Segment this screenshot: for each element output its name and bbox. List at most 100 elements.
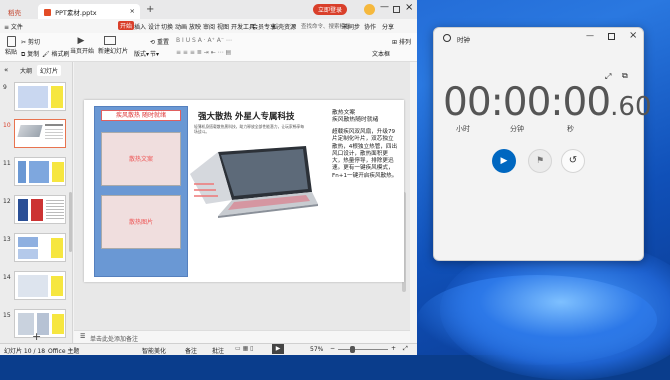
slide-info: 幻灯片 10 / 18	[4, 348, 46, 355]
thumb-image	[18, 249, 38, 259]
new-slide-button[interactable]: 新建幻灯片	[98, 36, 128, 55]
font-controls[interactable]: B I U S A · A⁺ A⁻ ⋯	[176, 37, 232, 44]
minimize-icon[interactable]: —	[586, 31, 594, 40]
zoom-in-icon[interactable]: +	[391, 345, 396, 352]
panel-collapse-icon[interactable]: «	[4, 66, 8, 74]
menu-start[interactable]: 开始	[118, 21, 135, 30]
lap-button[interactable]: ⚑	[528, 149, 552, 173]
menu-slideshow[interactable]: 放映	[189, 22, 201, 31]
share-button[interactable]: 分享	[382, 22, 394, 31]
clock-window: 时钟 — × ⤢ ⧉ 00:00:00.60 小时 分钟 秒 ▶ ⚑ ↺	[433, 27, 652, 261]
play-current-button[interactable]: ▶ 当页开始	[70, 36, 94, 55]
menu-review[interactable]: 审阅	[203, 22, 215, 31]
format-painter-button[interactable]: 🖌 格式刷	[42, 49, 70, 58]
minimize-icon[interactable]: —	[380, 2, 389, 12]
textbox-button[interactable]: 文本框	[372, 49, 390, 58]
section-button[interactable]: 节▾	[150, 49, 159, 58]
menu-view[interactable]: 视图	[217, 22, 229, 31]
beautify-button[interactable]: 智能美化	[142, 346, 166, 355]
notes-pane[interactable]: ☰ 单击此处添加备注	[74, 330, 410, 343]
slide-thumbnail[interactable]	[14, 195, 66, 224]
play-slideshow-icon[interactable]: ▶	[272, 344, 284, 354]
close-window-icon[interactable]: ×	[405, 2, 413, 13]
view-icons[interactable]: ▭ ▦ ▯	[235, 345, 253, 352]
tab-home[interactable]: 稻壳	[2, 4, 36, 19]
tab-label: PPT素材.pptx	[55, 9, 97, 17]
maximize-icon[interactable]	[393, 6, 400, 13]
search-icon[interactable]: ⌕	[293, 22, 296, 30]
slide-number: 11	[3, 160, 11, 167]
time-fraction: .60	[610, 92, 652, 122]
pptx-icon	[44, 9, 51, 16]
slide[interactable]: 疾风散热 随时就绪 散热文案 散热图片 强大散热 外星人专属科技 轻薄机身搭载散…	[84, 100, 404, 282]
tab-outline[interactable]: 大纲	[20, 66, 32, 75]
slide-thumbnail[interactable]	[14, 82, 66, 111]
layout-button[interactable]: 版式▾	[134, 49, 149, 58]
slide-thumbnail[interactable]	[14, 157, 66, 186]
menu-transition[interactable]: 切换	[161, 22, 173, 31]
thumb-image	[31, 199, 43, 221]
menu-animation[interactable]: 动画	[175, 22, 187, 31]
cut-label: 剪切	[27, 39, 40, 46]
login-button[interactable]: 立即登录	[313, 4, 348, 15]
right-title-2: 随时就绪	[355, 117, 379, 123]
notes-toggle[interactable]: 备注	[185, 346, 197, 355]
play-icon: ▶	[77, 36, 85, 46]
slide-thumbnail-selected[interactable]	[14, 119, 66, 148]
comment-toggle[interactable]: 批注	[212, 346, 224, 355]
menu-design[interactable]: 设计	[148, 22, 160, 31]
arrange-label: 排列	[398, 39, 411, 46]
maximize-icon[interactable]	[608, 33, 615, 40]
paste-button[interactable]: 粘贴	[4, 36, 18, 56]
left-header[interactable]: 疾风散热 随时就绪	[101, 110, 181, 121]
thumb-image	[18, 275, 48, 297]
arrange-button[interactable]: ⊞ 排列	[392, 37, 411, 46]
zoom-slider-thumb[interactable]	[350, 346, 355, 353]
ribbon-toolbar: 粘贴 ✂ 剪切 ⧉ 复制 🖌 格式刷 ▶ 当页开始 新建幻灯片 版式▾ 节▾ ⟲…	[0, 33, 417, 62]
avatar[interactable]	[364, 4, 375, 15]
stopwatch-time: 00:00:00.60	[443, 80, 652, 125]
zoom-level: 57%	[310, 346, 324, 353]
stopwatch-icon	[443, 34, 451, 42]
seconds-label: 秒	[567, 125, 574, 133]
left-panel-box[interactable]: 疾风散热 随时就绪 散热文案 散热图片	[94, 106, 188, 277]
zoom-slider[interactable]	[338, 349, 388, 350]
menu-insert[interactable]: 插入	[134, 22, 146, 31]
thumb-image	[29, 161, 49, 183]
minutes-label: 分钟	[510, 125, 524, 133]
tab-slides[interactable]: 幻灯片	[37, 65, 62, 76]
slide-thumbnail[interactable]	[14, 233, 66, 262]
collab-button[interactable]: 协作	[364, 22, 376, 31]
thumb-highlight	[51, 86, 63, 108]
reset-label: 重置	[156, 39, 169, 46]
new-tab-button[interactable]: +	[146, 4, 154, 15]
reset-button[interactable]: ⟲ 重置	[150, 37, 169, 46]
slide-subtitle[interactable]: 轻薄机身搭载散热黑科技，助力释放全部性能潜力，让玩家畅享每场战斗。	[194, 124, 306, 134]
paste-icon	[6, 36, 16, 47]
right-label: 散热文案	[332, 110, 356, 116]
panel-scrollbar[interactable]	[69, 192, 72, 252]
right-title[interactable]: 散热文案 疾风散热随时就绪	[332, 110, 378, 124]
close-icon[interactable]: ×	[130, 7, 135, 15]
cut-button[interactable]: ✂ 剪切	[21, 37, 40, 46]
zoom-out-icon[interactable]: −	[330, 345, 335, 352]
image-box[interactable]: 散热图片	[101, 195, 181, 249]
sync-status[interactable]: 未同步	[342, 22, 360, 31]
copy-box[interactable]: 散热文案	[101, 132, 181, 186]
start-button[interactable]: ▶	[492, 149, 516, 173]
copy-button[interactable]: ⧉ 复制	[21, 49, 39, 59]
right-body[interactable]: 超载疾风双风扇，升级79片定制化叶片，双芯独立散热，4根独立热管，四出风口设计，…	[332, 129, 398, 180]
menu-file[interactable]: ≡ 文件	[4, 22, 23, 31]
thumb-text	[46, 200, 64, 220]
fit-window-icon[interactable]: ⤢	[403, 345, 408, 353]
thumb-image	[18, 237, 38, 247]
paragraph-controls[interactable]: ≡ ≡ ≡ ≣ ⇥ ⇤ ⋯ ▤	[176, 49, 231, 56]
slide-title[interactable]: 强大散热 外星人专属科技	[198, 110, 294, 122]
slide-thumbnail[interactable]	[14, 271, 66, 300]
tab-document[interactable]: PPT素材.pptx ×	[38, 4, 140, 19]
time-main: 00:00:00	[443, 80, 611, 125]
close-icon[interactable]: ×	[629, 30, 637, 41]
add-slide-button[interactable]: +	[32, 330, 41, 343]
reset-button[interactable]: ↺	[561, 149, 585, 173]
wallpaper-bloom	[417, 275, 657, 365]
